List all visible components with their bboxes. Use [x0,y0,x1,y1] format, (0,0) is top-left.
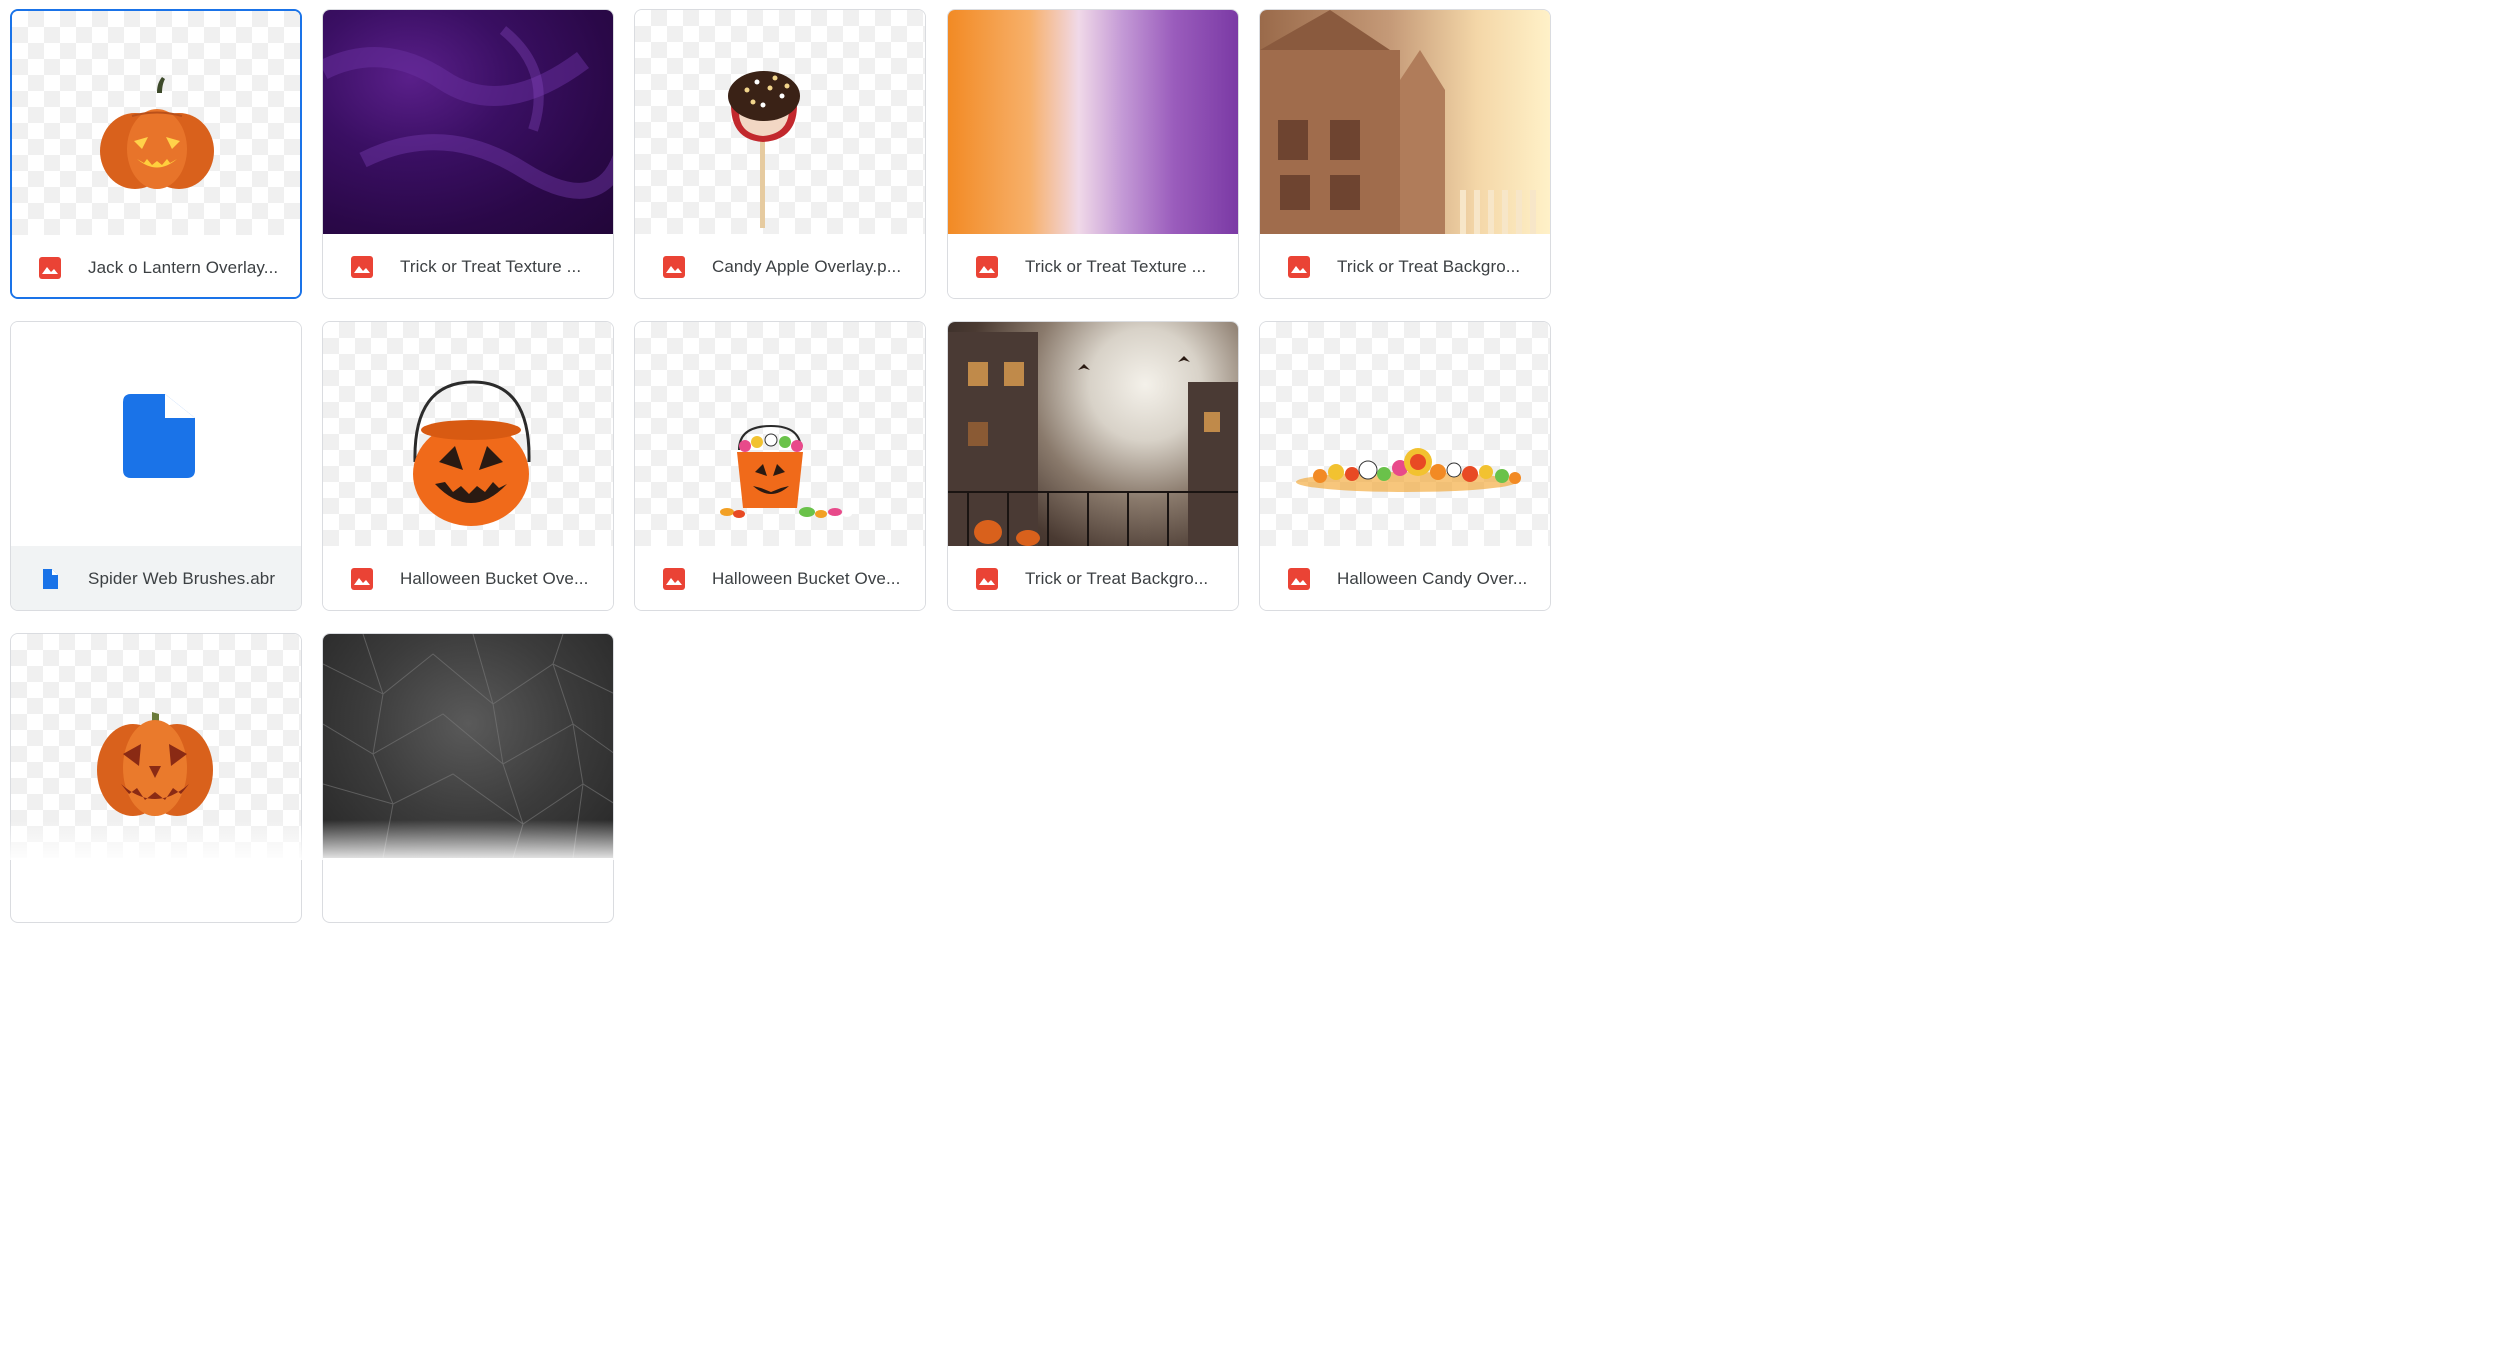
thumbnail-halloween-candy [1260,322,1550,546]
document-file-icon [43,569,58,589]
file-footer: Trick or Treat Backgro... [1260,234,1550,298]
file-card-carved-pumpkin-overlay[interactable] [10,633,302,923]
file-card-trick-or-treat-texture-2[interactable]: Trick or Treat Texture ... [947,9,1239,299]
file-name: Trick or Treat Backgro... [1025,569,1209,588]
image-file-icon [663,568,685,590]
thumbnail-haunted-house [1260,10,1550,234]
file-card-halloween-bucket-overlay-2[interactable]: Halloween Bucket Ove... [634,321,926,611]
file-name: Trick or Treat Texture ... [400,257,582,276]
file-footer: Halloween Candy Over... [1260,546,1550,610]
thumbnail-candy-apple [635,10,925,234]
thumbnail-purple-smoke-texture [323,10,613,234]
file-card-jack-o-lantern-overlay[interactable]: Jack o Lantern Overlay... [10,9,302,299]
file-card-candy-apple-overlay[interactable]: Candy Apple Overlay.p... [634,9,926,299]
thumbnail-carved-pumpkin [11,634,301,858]
image-file-icon [39,257,61,279]
file-name: Halloween Bucket Ove... [712,569,901,588]
image-file-icon [351,568,373,590]
file-name: Trick or Treat Backgro... [1337,257,1521,276]
file-card-crumpled-texture[interactable] [322,633,614,923]
image-file-icon [351,256,373,278]
file-card-trick-or-treat-texture[interactable]: Trick or Treat Texture ... [322,9,614,299]
document-file-icon [123,394,195,478]
file-footer: Trick or Treat Backgro... [948,546,1238,610]
file-name: Jack o Lantern Overlay... [88,258,279,277]
file-name: Trick or Treat Texture ... [1025,257,1207,276]
file-card-halloween-candy-overlay[interactable]: Halloween Candy Over... [1259,321,1551,611]
file-card-spider-web-brushes[interactable]: Spider Web Brushes.abr [10,321,302,611]
file-footer: Trick or Treat Texture ... [323,234,613,298]
image-file-icon [976,256,998,278]
file-name: Spider Web Brushes.abr [88,569,276,588]
thumbnail-halloween-bucket-candy [635,322,925,546]
file-card-trick-or-treat-background[interactable]: Trick or Treat Backgro... [1259,9,1551,299]
file-grid: Jack o Lantern Overlay... Trick or Treat… [0,0,1568,923]
file-card-halloween-bucket-overlay[interactable]: Halloween Bucket Ove... [322,321,614,611]
file-footer: Candy Apple Overlay.p... [635,234,925,298]
file-card-trick-or-treat-background-2[interactable]: Trick or Treat Backgro... [947,321,1239,611]
file-name: Halloween Candy Over... [1337,569,1528,588]
file-name: Candy Apple Overlay.p... [712,257,902,276]
image-file-icon [1288,568,1310,590]
file-footer: Halloween Bucket Ove... [323,546,613,610]
image-file-icon [663,256,685,278]
image-file-icon [1288,256,1310,278]
thumbnail-crumpled-paper [323,634,613,858]
file-footer: Halloween Bucket Ove... [635,546,925,610]
thumbnail-moonlit-street [948,322,1238,546]
file-footer: Trick or Treat Texture ... [948,234,1238,298]
thumbnail-jack-o-lantern [12,11,300,235]
file-name: Halloween Bucket Ove... [400,569,589,588]
image-file-icon [976,568,998,590]
thumbnail-orange-purple-texture [948,10,1238,234]
thumbnail-document [11,322,301,546]
file-footer: Jack o Lantern Overlay... [12,235,300,297]
thumbnail-halloween-bucket [323,322,613,546]
file-footer: Spider Web Brushes.abr [11,546,301,610]
